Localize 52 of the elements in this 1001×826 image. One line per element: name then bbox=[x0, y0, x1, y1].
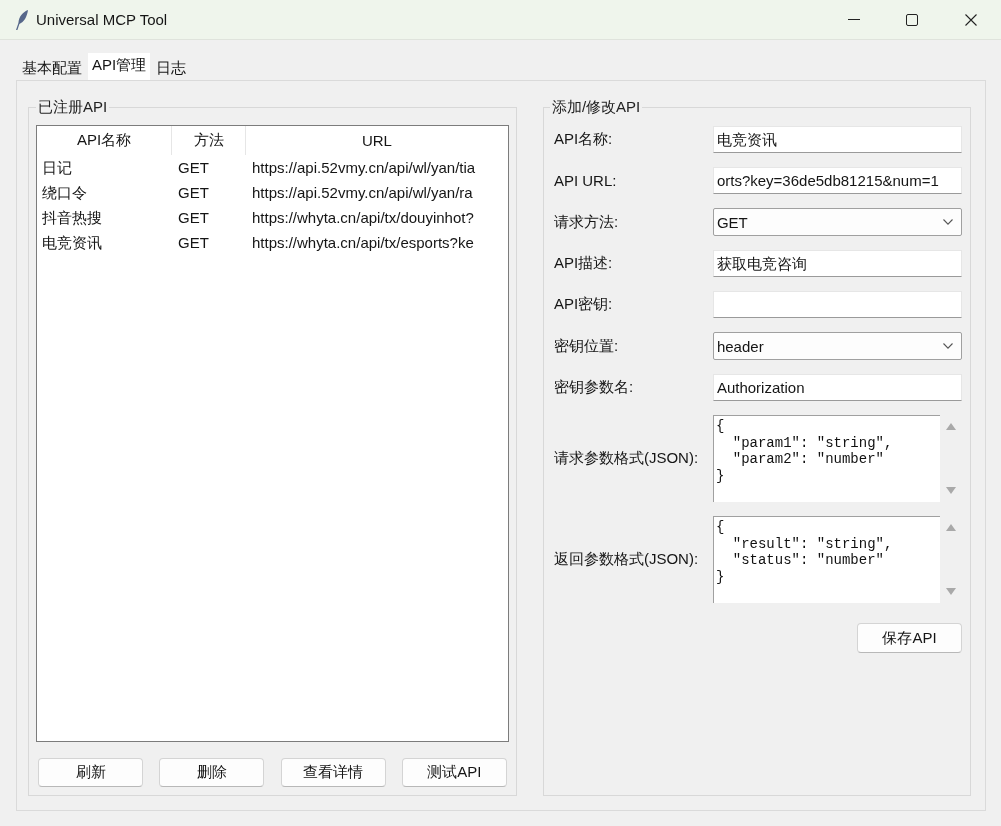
table-cell-text: https://api.52vmy.cn/api/wl/yan/ra bbox=[251, 183, 474, 203]
table-cell-text: 绕口令 bbox=[41, 183, 88, 203]
table-cell-text: 抖音热搜 bbox=[41, 208, 103, 228]
response-json-field[interactable]: { "result": "string", "status": "number" } bbox=[712, 516, 940, 603]
api-name-field[interactable]: 电竞资讯 bbox=[712, 126, 962, 153]
maximize-icon bbox=[906, 13, 918, 26]
api-key-field[interactable] bbox=[712, 291, 962, 318]
table-cell-text: 电竞资讯 bbox=[41, 233, 103, 253]
column-header: API名称 bbox=[37, 126, 172, 155]
table-cell-text: 日记 bbox=[41, 158, 73, 178]
description-field[interactable]: 获取电竞咨询 bbox=[712, 250, 962, 277]
scroll-down-arrow-icon[interactable] bbox=[945, 487, 956, 494]
table-cell-text: GET bbox=[177, 183, 210, 203]
feather-icon bbox=[16, 9, 28, 30]
table-cell-text: https://api.52vmy.cn/api/wl/yan/tia bbox=[251, 158, 477, 178]
refresh-button[interactable]: 刷新 bbox=[38, 758, 143, 787]
key-param-name-field[interactable]: Authorization bbox=[712, 374, 962, 401]
field-label: 请求参数格式(JSON): bbox=[553, 449, 700, 468]
request-json-field[interactable]: { "param1": "string", "param2": "number" } bbox=[712, 415, 940, 502]
close-icon bbox=[965, 13, 977, 26]
table-cell-text: https://whyta.cn/api/tx/douyinhot? bbox=[251, 208, 475, 228]
column-header: URL bbox=[360, 131, 393, 151]
delete-button[interactable]: 删除 bbox=[159, 758, 265, 787]
field-label: API名称: bbox=[553, 130, 614, 149]
chevron-down-icon bbox=[942, 219, 953, 225]
method-dropdown[interactable]: GET bbox=[712, 208, 962, 236]
scroll-up-arrow-icon[interactable] bbox=[945, 423, 956, 430]
table-cell-text: GET bbox=[177, 158, 210, 178]
test-api-button[interactable]: 测试API bbox=[401, 758, 507, 787]
group-title: 已注册API bbox=[37, 98, 109, 116]
column-header: 方法 bbox=[172, 126, 246, 155]
field-label: 返回参数格式(JSON): bbox=[553, 550, 700, 569]
scroll-down-arrow-icon[interactable] bbox=[945, 588, 956, 595]
group-title: 添加/修改API bbox=[550, 98, 642, 116]
key-location-dropdown[interactable]: header bbox=[712, 332, 962, 360]
window-title: Universal MCP Tool bbox=[36, 11, 168, 28]
details-button[interactable]: 查看详情 bbox=[280, 758, 386, 787]
scroll-up-arrow-icon[interactable] bbox=[945, 524, 956, 531]
save-api-button[interactable]: 保存API bbox=[857, 623, 962, 653]
minimize-icon bbox=[848, 19, 860, 20]
table-cell-text: GET bbox=[177, 233, 210, 253]
field-label: 请求方法: bbox=[553, 212, 620, 232]
api-url-field[interactable]: orts?key=36de5db81215&num=1 bbox=[712, 167, 962, 194]
tab[interactable]: API管理 bbox=[88, 53, 151, 80]
table-cell-text: GET bbox=[177, 208, 210, 228]
chevron-down-icon bbox=[942, 343, 953, 349]
field-label: 密钥参数名: bbox=[553, 378, 635, 397]
field-label: 密钥位置: bbox=[553, 336, 620, 356]
table-cell-text: https://whyta.cn/api/tx/esports?ke bbox=[251, 233, 475, 253]
field-label: API密钥: bbox=[553, 295, 614, 314]
field-label: API描述: bbox=[553, 254, 614, 273]
field-label: API URL: bbox=[553, 172, 618, 189]
